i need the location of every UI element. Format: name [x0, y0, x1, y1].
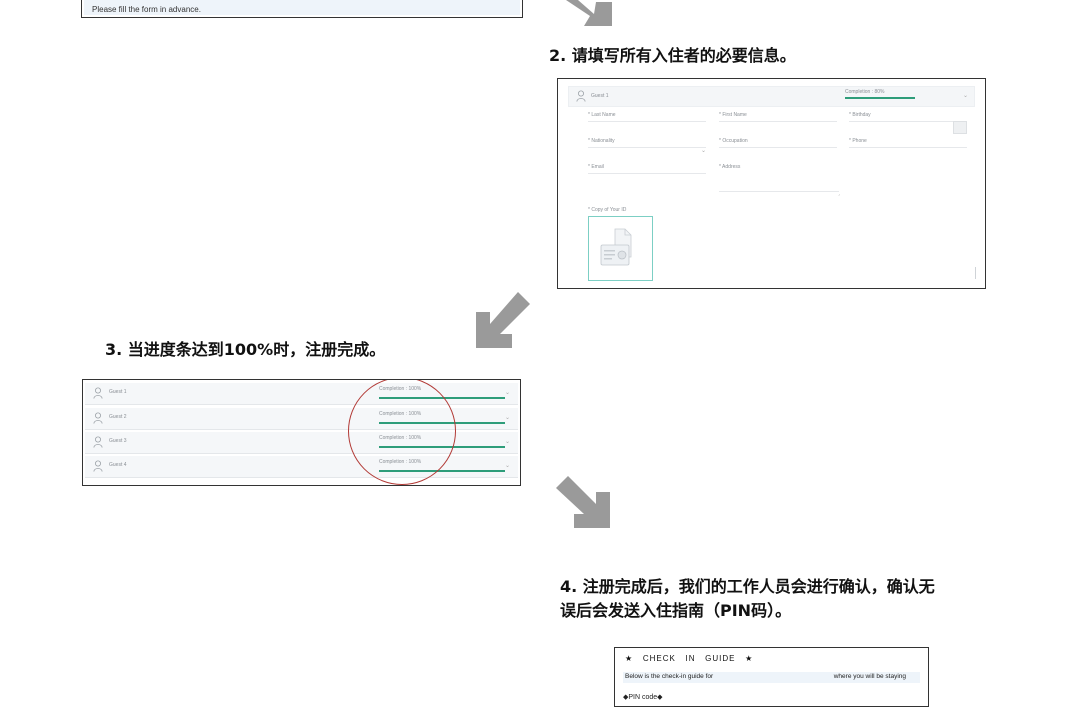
step4-title-line1: 4. 注册完成后，我们的工作人员会进行确认，确认无: [560, 577, 935, 596]
chevron-down-icon[interactable]: ⌄: [505, 462, 510, 469]
guide-intro-box: Below is the check-in guide for where yo…: [623, 672, 920, 683]
step2-form-screenshot: Guest 1 Completion : 80% ⌄ * Last Name *…: [557, 78, 986, 289]
guest-row[interactable]: Guest 1 Completion : 100% ⌄: [85, 383, 518, 405]
field-label: * Address: [719, 164, 741, 170]
progress-bar: [845, 97, 916, 99]
chevron-down-icon: ⌄: [700, 147, 706, 154]
field-label: * Nationality: [588, 138, 615, 144]
person-icon: [576, 90, 586, 102]
fill-advance-note: Please fill the form in advance.: [92, 5, 201, 14]
chevron-down-icon[interactable]: ⌄: [505, 389, 510, 396]
person-icon: [93, 387, 103, 399]
chevron-down-icon[interactable]: ⌄: [505, 438, 510, 445]
guest-row[interactable]: Guest 4 Completion : 100% ⌄: [85, 456, 518, 478]
guest-label: Guest 1: [591, 93, 609, 99]
field-label: * Occupation: [719, 138, 748, 144]
step2-title: 2. 请填写所有入住者的必要信息。: [549, 46, 796, 65]
guest-name: Guest 2: [109, 414, 127, 420]
highlight-circle: [348, 380, 456, 485]
arrow-down-right-icon: [552, 472, 616, 534]
guest-name: Guest 1: [109, 389, 127, 395]
id-upload-box[interactable]: [588, 216, 653, 281]
calendar-icon[interactable]: [953, 121, 967, 134]
scrollbar[interactable]: [975, 267, 976, 279]
step3-title: 3. 当进度条达到100%时，注册完成。: [105, 340, 386, 359]
guide-title: ★ CHECK IN GUIDE ★: [625, 654, 754, 663]
person-icon: [93, 436, 103, 448]
field-label: * Last Name: [588, 112, 616, 118]
arrow-down-right-icon: [560, 0, 616, 30]
guest-name: Guest 4: [109, 462, 127, 468]
guest-header[interactable]: Guest 1 Completion : 80% ⌄: [568, 86, 975, 107]
field-label: * Birthday: [849, 112, 871, 118]
step4-checkin-guide-screenshot: ★ CHECK IN GUIDE ★ Below is the check-in…: [614, 647, 929, 707]
step3-guest-list-screenshot: Guest 1 Completion : 100% ⌄ Guest 2 Comp…: [82, 379, 521, 486]
chevron-down-icon[interactable]: ⌄: [963, 92, 968, 99]
field-label: * Phone: [849, 138, 867, 144]
field-label: * Email: [588, 164, 604, 170]
completion-label: Completion : 80%: [845, 89, 885, 95]
chevron-down-icon[interactable]: ⌄: [505, 414, 510, 421]
staying-text: where you will be staying: [833, 673, 906, 680]
step4-title-line2: 误后会发送入住指南（PIN码）。: [560, 601, 792, 620]
field-label: * First Name: [719, 112, 747, 118]
person-icon: [93, 460, 103, 472]
upload-label: * Copy of Your ID: [588, 207, 627, 213]
person-icon: [93, 412, 103, 424]
arrow-down-left-icon: [472, 290, 534, 352]
step1-form-screenshot: Please fill the form in advance.: [81, 0, 523, 18]
guide-intro-text: Below is the check-in guide for: [625, 673, 714, 680]
resize-handle-icon[interactable]: ⌟: [838, 191, 840, 196]
id-card-icon: [600, 228, 632, 266]
guest-name: Guest 3: [109, 438, 127, 444]
notice-box: Please fill the form in advance.: [84, 0, 520, 15]
